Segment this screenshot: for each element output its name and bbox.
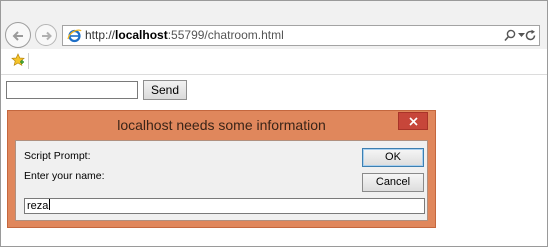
enter-name-label: Enter your name: xyxy=(24,170,105,182)
favorites-bar xyxy=(1,49,547,75)
url-text: http://localhost:55799/chatroom.html xyxy=(85,28,284,42)
send-button[interactable]: Send xyxy=(143,80,187,100)
prompt-dialog: localhost needs some information Script … xyxy=(7,110,436,228)
dialog-title: localhost needs some information xyxy=(117,117,326,133)
cancel-button[interactable]: Cancel xyxy=(362,173,424,192)
ok-button[interactable]: OK xyxy=(362,148,424,167)
favorites-star-icon[interactable] xyxy=(11,53,25,67)
text-caret xyxy=(49,199,51,210)
forward-arrow-icon xyxy=(42,31,52,41)
search-icon[interactable] xyxy=(504,29,516,42)
close-icon xyxy=(409,117,418,126)
url-path: :55799/chatroom.html xyxy=(167,28,284,42)
url-host: localhost xyxy=(115,28,168,42)
name-input[interactable]: reza xyxy=(24,198,425,214)
ie-logo-icon xyxy=(67,29,82,43)
back-button[interactable] xyxy=(5,22,31,48)
dialog-close-button[interactable] xyxy=(398,112,428,130)
script-prompt-label: Script Prompt: xyxy=(24,150,91,162)
back-arrow-icon xyxy=(12,31,23,41)
toolbar-divider xyxy=(28,53,29,69)
forward-button[interactable] xyxy=(35,24,57,46)
message-input[interactable] xyxy=(6,81,138,99)
dialog-body: Script Prompt: Enter your name: OK Cance… xyxy=(15,140,428,221)
address-bar[interactable]: http://localhost:55799/chatroom.html xyxy=(62,25,540,46)
name-input-value: reza xyxy=(27,200,49,212)
refresh-icon[interactable] xyxy=(524,29,537,42)
url-prefix: http:// xyxy=(85,28,116,42)
browser-toolbar: http://localhost:55799/chatroom.html xyxy=(1,1,547,49)
